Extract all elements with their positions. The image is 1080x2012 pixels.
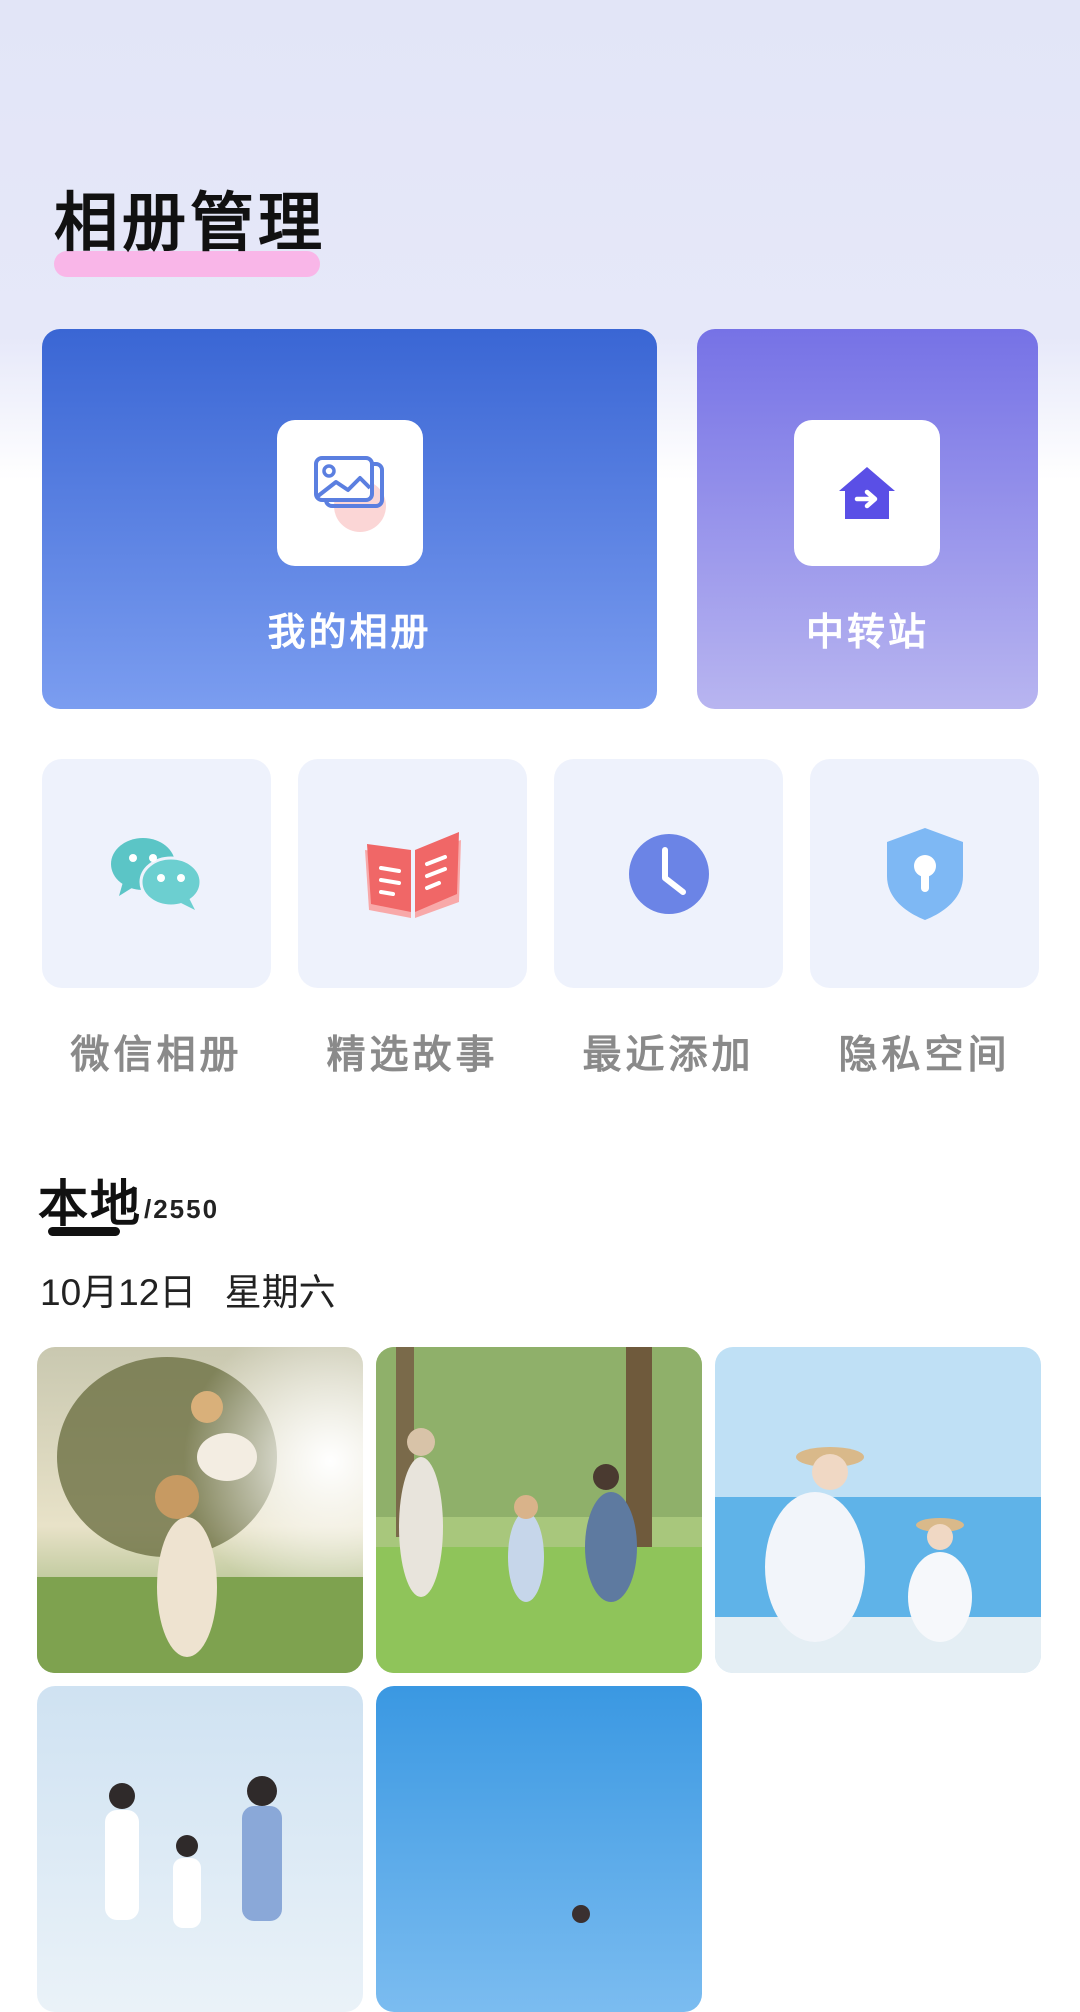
book-icon xyxy=(364,831,461,918)
photo-thumbnail[interactable] xyxy=(376,1686,702,2012)
page-title-block: 相册管理 xyxy=(54,185,326,277)
wechat-album-label: 微信相册 xyxy=(70,1034,243,1077)
local-section-title[interactable]: 本地 xyxy=(38,1164,142,1236)
transit-card[interactable]: 中转站 xyxy=(697,329,1038,709)
section-title-underline xyxy=(48,1227,120,1236)
photo-album-icon xyxy=(277,420,423,566)
local-section-header: 本地 /2550 xyxy=(38,1164,217,1236)
photo-count: /2550 xyxy=(144,1194,220,1224)
photo-thumbnail[interactable] xyxy=(37,1686,363,2012)
page-title: 相册管理 xyxy=(54,187,326,259)
photo-thumbnail[interactable] xyxy=(376,1347,702,1673)
my-album-card[interactable]: 我的相册 xyxy=(42,329,657,709)
transit-house-icon xyxy=(794,420,940,566)
featured-stories-tile[interactable] xyxy=(298,759,527,988)
date-group-header: 10月12日 星期六 xyxy=(40,1262,336,1316)
recently-added-label: 最近添加 xyxy=(582,1034,755,1077)
wechat-album-tile[interactable] xyxy=(42,759,271,988)
transit-label: 中转站 xyxy=(805,612,929,654)
photo-thumbnail[interactable] xyxy=(715,1347,1041,1673)
private-space-label: 隐私空间 xyxy=(838,1034,1011,1077)
shield-lock-icon xyxy=(886,827,963,920)
date-label: 10月12日 xyxy=(40,1272,197,1313)
wechat-icon xyxy=(110,837,202,910)
clock-icon xyxy=(628,833,709,914)
recently-added-tile[interactable] xyxy=(554,759,783,988)
my-album-label: 我的相册 xyxy=(267,612,432,654)
photo-thumbnail[interactable] xyxy=(37,1347,363,1673)
weekday-label: 星期六 xyxy=(224,1272,336,1313)
featured-stories-label: 精选故事 xyxy=(326,1034,499,1077)
private-space-tile[interactable] xyxy=(810,759,1039,988)
